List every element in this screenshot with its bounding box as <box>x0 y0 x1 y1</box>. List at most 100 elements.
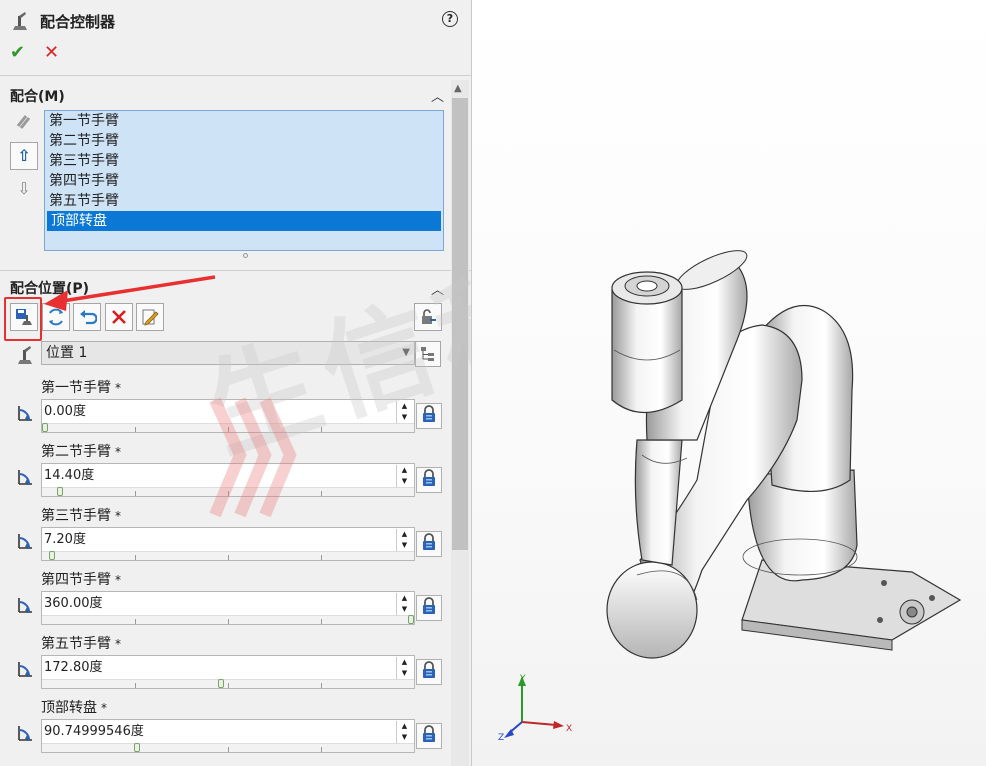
angle-value-input[interactable]: 7.20度 <box>44 530 86 550</box>
angle-icon <box>15 593 35 615</box>
slider-thumb[interactable] <box>408 615 414 624</box>
lock-all-button[interactable] <box>414 303 442 331</box>
slider-tick <box>135 683 136 688</box>
angle-field[interactable]: 360.00度 ▲ ▼ <box>41 591 415 625</box>
angle-slider[interactable] <box>42 743 414 752</box>
positions-section-title: 配合位置(P) <box>10 281 90 297</box>
angle-slider[interactable] <box>42 423 414 432</box>
spin-down-icon[interactable]: ▼ <box>397 732 412 743</box>
spin-down-icon[interactable]: ▼ <box>397 476 412 487</box>
angle-value-input[interactable]: 172.80度 <box>44 658 103 678</box>
slider-thumb[interactable] <box>134 743 140 752</box>
move-down-button[interactable]: ⇩ <box>10 176 38 204</box>
mates-list[interactable]: 第一节手臂 第二节手臂 第三节手臂 第四节手臂 第五节手臂 顶部转盘 <box>44 110 444 258</box>
lock-button[interactable] <box>416 595 442 621</box>
lock-button[interactable] <box>416 659 442 685</box>
list-item[interactable]: 第二节手臂 <box>45 131 443 151</box>
list-item[interactable]: 第三节手臂 <box>45 151 443 171</box>
chevron-down-icon[interactable]: ▼ <box>402 342 410 364</box>
position-select[interactable]: 位置 1 ▼ <box>41 341 415 365</box>
spin-down-icon[interactable]: ▼ <box>397 412 412 423</box>
angle-field[interactable]: 90.74999546度 ▲ ▼ <box>41 719 415 753</box>
spin-down-icon[interactable]: ▼ <box>397 668 412 679</box>
slider-tick <box>321 427 322 432</box>
x-axis-label: X <box>566 724 572 734</box>
spinner[interactable]: ▲ ▼ <box>396 593 412 615</box>
slider-tick <box>321 619 322 624</box>
robot-arm-model[interactable] <box>472 0 986 766</box>
spin-down-icon[interactable]: ▼ <box>397 540 412 551</box>
lock-button[interactable] <box>416 467 442 493</box>
angle-slider[interactable] <box>42 615 414 624</box>
angle-field[interactable]: 0.00度 ▲ ▼ <box>41 399 415 433</box>
slider-tick <box>228 427 229 432</box>
list-item[interactable]: 第四节手臂 <box>45 171 443 191</box>
graphics-viewport[interactable]: Y X Z <box>472 0 986 766</box>
slider-tick <box>135 555 136 560</box>
refresh-positions-button[interactable] <box>42 303 70 331</box>
spin-up-icon[interactable]: ▲ <box>397 593 412 604</box>
slider-thumb[interactable] <box>218 679 224 688</box>
slider-tick <box>135 427 136 432</box>
z-axis-label: Z <box>498 733 504 742</box>
angle-label: 第四节手臂 * <box>41 569 121 589</box>
lock-icon <box>420 404 438 428</box>
spinner[interactable]: ▲ ▼ <box>396 657 412 679</box>
angle-slider[interactable] <box>42 487 414 496</box>
slider-tick <box>228 683 229 688</box>
angle-value-input[interactable]: 14.40度 <box>44 466 94 486</box>
list-item[interactable]: 第一节手臂 <box>45 111 443 131</box>
cancel-button[interactable]: ✕ <box>44 42 59 63</box>
angle-label: 第三节手臂 * <box>41 505 121 525</box>
scrollbar-thumb[interactable] <box>452 98 468 550</box>
list-item[interactable]: 第五节手臂 <box>45 191 443 211</box>
delete-position-button[interactable] <box>105 303 133 331</box>
spin-up-icon[interactable]: ▲ <box>397 401 412 412</box>
angle-value-input[interactable]: 360.00度 <box>44 594 103 614</box>
spinner[interactable]: ▲ ▼ <box>396 401 412 423</box>
required-mark: * <box>115 381 121 395</box>
ok-button[interactable]: ✔ <box>10 42 25 63</box>
undo-button[interactable] <box>73 303 101 331</box>
angle-icon <box>15 657 35 679</box>
lock-button[interactable] <box>416 723 442 749</box>
angle-slider[interactable] <box>42 551 414 560</box>
slider-thumb[interactable] <box>42 423 48 432</box>
move-up-button[interactable]: ⇧ <box>10 142 38 170</box>
angle-field[interactable]: 172.80度 ▲ ▼ <box>41 655 415 689</box>
spinner[interactable]: ▲ ▼ <box>396 465 412 487</box>
slider-thumb[interactable] <box>49 551 55 560</box>
lock-button[interactable] <box>416 531 442 557</box>
lock-button[interactable] <box>416 403 442 429</box>
collapse-positions-icon[interactable]: ︿ <box>431 279 444 298</box>
divider <box>0 270 472 271</box>
angle-value-input[interactable]: 90.74999546度 <box>44 722 144 742</box>
mate-icon[interactable] <box>10 112 38 140</box>
angle-label: 第二节手臂 * <box>41 441 121 461</box>
scroll-up-icon[interactable]: ▲ <box>454 83 462 94</box>
slider-thumb[interactable] <box>57 487 63 496</box>
spin-down-icon[interactable]: ▼ <box>397 604 412 615</box>
required-mark: * <box>115 445 121 459</box>
angle-field[interactable]: 14.40度 ▲ ▼ <box>41 463 415 497</box>
collapse-mates-icon[interactable]: ︿ <box>431 86 444 105</box>
slider-tick <box>321 683 322 688</box>
resize-handle[interactable] <box>243 253 248 258</box>
spinner[interactable]: ▲ ▼ <box>396 529 412 551</box>
list-item[interactable]: 顶部转盘 <box>47 211 441 231</box>
angle-slider[interactable] <box>42 679 414 688</box>
spin-up-icon[interactable]: ▲ <box>397 721 412 732</box>
slider-tick <box>321 555 322 560</box>
angle-label-text: 第四节手臂 <box>41 572 111 588</box>
slider-tick <box>228 555 229 560</box>
position-properties-button[interactable] <box>415 341 441 367</box>
spin-up-icon[interactable]: ▲ <box>397 529 412 540</box>
spin-up-icon[interactable]: ▲ <box>397 465 412 476</box>
edit-position-button[interactable] <box>136 303 164 331</box>
slider-tick <box>228 619 229 624</box>
spinner[interactable]: ▲ ▼ <box>396 721 412 743</box>
help-icon[interactable]: ? <box>442 11 458 27</box>
angle-field[interactable]: 7.20度 ▲ ▼ <box>41 527 415 561</box>
angle-value-input[interactable]: 0.00度 <box>44 402 86 422</box>
spin-up-icon[interactable]: ▲ <box>397 657 412 668</box>
